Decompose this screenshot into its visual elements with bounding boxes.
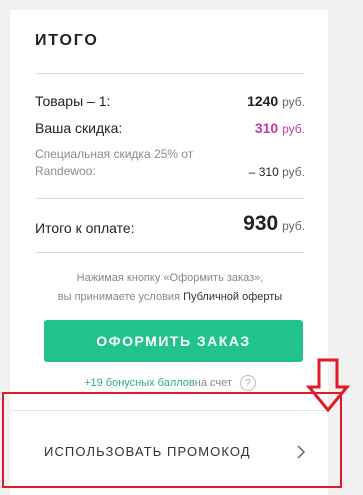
summary-title: ИТОГО: [35, 32, 99, 49]
notice-divider: [35, 252, 305, 253]
bonus-info: +19 бонусных баллов на счет ?: [35, 375, 305, 391]
special-discount-label-line2: Randewoo:: [35, 164, 96, 178]
total-row: Итого к оплате: 930 руб.: [35, 212, 305, 242]
discount-value: 310: [254, 120, 279, 136]
currency-unit: руб.: [282, 165, 305, 179]
total-label: Итого к оплате:: [35, 220, 135, 236]
place-order-button[interactable]: ОФОРМИТЬ ЗАКАЗ: [44, 320, 303, 362]
total-amount: 930 руб.: [243, 212, 305, 236]
total-value: 930: [243, 212, 279, 235]
arrow-down-icon: [305, 357, 351, 420]
currency-unit: руб.: [282, 95, 305, 109]
bonus-points-text: +19 бонусных баллов: [84, 377, 195, 389]
special-discount-label: Специальная скидка 25% от Randewoo:: [35, 146, 193, 180]
currency-unit: руб.: [282, 219, 305, 233]
offer-notice: Нажимая кнопку «Оформить заказ», вы прин…: [35, 269, 305, 307]
help-icon[interactable]: ?: [239, 375, 256, 391]
discount-label: Ваша скидка:: [35, 120, 123, 136]
public-offer-link[interactable]: Публичной оферты: [183, 291, 282, 303]
goods-amount: 1240 руб.: [247, 93, 305, 109]
bonus-tail-text: на счет: [194, 377, 232, 389]
special-discount-label-line1: Специальная скидка 25% от: [35, 147, 194, 161]
special-discount-row: Специальная скидка 25% от Randewoo: – 31…: [35, 146, 305, 186]
currency-unit: руб.: [282, 122, 305, 136]
special-discount-value: – 310: [248, 165, 279, 179]
offer-notice-line2: вы принимаете условия: [57, 291, 184, 303]
title-divider: [35, 73, 305, 74]
total-divider: [35, 198, 305, 199]
highlight-box: [2, 392, 342, 488]
discount-amount: 310 руб.: [255, 120, 305, 136]
special-discount-amount: – 310 руб.: [249, 165, 305, 179]
goods-value: 1240: [247, 93, 279, 109]
offer-notice-line1: Нажимая кнопку «Оформить заказ»,: [76, 272, 264, 284]
goods-label: Товары – 1:: [35, 93, 111, 109]
